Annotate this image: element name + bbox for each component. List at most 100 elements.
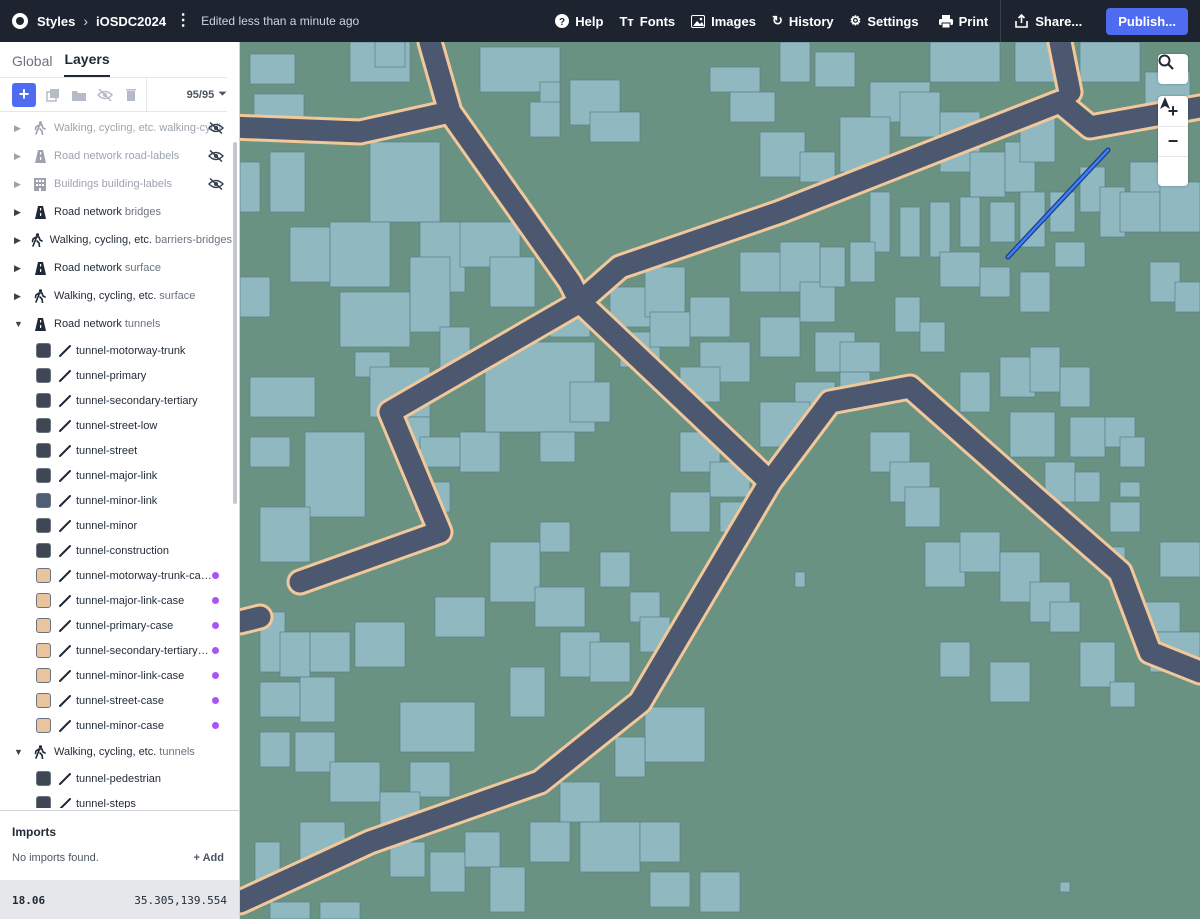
layer-item[interactable]: tunnel-street-low bbox=[0, 413, 232, 438]
paint-brush-icon bbox=[59, 569, 71, 582]
sidebar-tabs: Global Layers bbox=[0, 42, 227, 78]
map-search-button[interactable] bbox=[1158, 54, 1188, 84]
layer-list: ▶ Walking, cycling, etc. walking-cycli ▶… bbox=[0, 114, 232, 808]
styles-link[interactable]: Styles bbox=[37, 14, 75, 29]
map-canvas[interactable]: + − bbox=[240, 42, 1200, 919]
topbar-divider bbox=[1000, 0, 1002, 42]
layer-item[interactable]: tunnel-primary-case bbox=[0, 613, 232, 638]
expand-right-icon[interactable]: ▶ bbox=[14, 263, 24, 274]
layer-name: tunnel-street bbox=[76, 444, 138, 457]
layer-group[interactable]: ▼ Road network tunnels bbox=[0, 310, 232, 338]
layer-count: 95/95 bbox=[186, 88, 215, 101]
group-name: Buildings bbox=[54, 178, 99, 190]
top-bar: Styles › iOSDC2024 ⋮ Edited less than a … bbox=[0, 0, 1200, 42]
layer-group[interactable]: ▶ Walking, cycling, etc. barriers-bridge… bbox=[0, 226, 232, 254]
paint-brush-icon bbox=[59, 669, 71, 682]
layer-item[interactable]: tunnel-street-case bbox=[0, 688, 232, 713]
settings-icon: ⚙ bbox=[849, 13, 862, 28]
expand-down-icon[interactable]: ▼ bbox=[14, 319, 24, 329]
print-button[interactable]: Print bbox=[938, 13, 989, 29]
studio-logo-icon[interactable] bbox=[12, 13, 28, 29]
publish-button[interactable]: Publish... bbox=[1106, 7, 1188, 35]
history-button[interactable]: ↻ History bbox=[772, 13, 834, 29]
expand-right-icon[interactable]: ▶ bbox=[14, 235, 22, 246]
more-options-icon[interactable]: ⋮ bbox=[175, 13, 191, 29]
duplicate-icon[interactable] bbox=[44, 86, 62, 104]
expand-right-icon[interactable]: ▶ bbox=[14, 291, 24, 302]
layer-item[interactable]: tunnel-major-link bbox=[0, 463, 232, 488]
filter-icon[interactable]: ⏷ bbox=[218, 88, 227, 101]
road-icon bbox=[34, 261, 46, 275]
group-icon-wrap bbox=[33, 149, 47, 163]
layer-group[interactable]: ▶ Buildings building-labels bbox=[0, 170, 232, 198]
paint-brush-icon bbox=[59, 369, 71, 382]
fonts-icon: Tт bbox=[619, 13, 634, 29]
help-button[interactable]: ? Help bbox=[555, 14, 603, 29]
group-source: building-labels bbox=[101, 178, 172, 190]
settings-button[interactable]: ⚙ Settings bbox=[850, 13, 919, 29]
tab-layers[interactable]: Layers bbox=[64, 51, 110, 77]
layer-item[interactable]: tunnel-motorway-trunk-case bbox=[0, 563, 232, 588]
paint-brush-icon bbox=[59, 544, 71, 557]
hidden-eye-icon[interactable] bbox=[208, 150, 224, 162]
paint-brush-icon bbox=[59, 519, 71, 532]
layer-item[interactable]: tunnel-motorway-trunk bbox=[0, 338, 232, 363]
layer-group[interactable]: ▼ Walking, cycling, etc. tunnels bbox=[0, 738, 232, 766]
layer-group[interactable]: ▶ Walking, cycling, etc. surface bbox=[0, 282, 232, 310]
group-icon-wrap bbox=[33, 745, 47, 759]
share-label: Share... bbox=[1035, 13, 1083, 29]
layer-group[interactable]: ▶ Road network surface bbox=[0, 254, 232, 282]
modified-dot-icon bbox=[212, 672, 219, 679]
layer-group[interactable]: ▶ Road network road-labels bbox=[0, 142, 232, 170]
hidden-eye-icon[interactable] bbox=[208, 122, 224, 134]
modified-dot-icon bbox=[212, 622, 219, 629]
style-name[interactable]: iOSDC2024 bbox=[96, 14, 166, 29]
layer-item[interactable]: tunnel-steps bbox=[0, 791, 232, 808]
hide-icon[interactable] bbox=[96, 86, 114, 104]
layer-item[interactable]: tunnel-street bbox=[0, 438, 232, 463]
layer-count-filter[interactable]: 95/95 ⏷ bbox=[145, 78, 227, 111]
expand-down-icon[interactable]: ▼ bbox=[14, 747, 24, 757]
paint-brush-icon bbox=[59, 344, 71, 357]
tab-global[interactable]: Global bbox=[12, 53, 52, 77]
add-import-button[interactable]: + Add bbox=[194, 852, 224, 864]
layer-name: tunnel-secondary-tertiary bbox=[76, 394, 198, 407]
layer-group[interactable]: ▶ Walking, cycling, etc. walking-cycli bbox=[0, 114, 232, 142]
paint-brush-icon bbox=[59, 594, 71, 607]
zoom-out-button[interactable]: − bbox=[1158, 126, 1188, 156]
expand-right-icon[interactable]: ▶ bbox=[14, 179, 24, 190]
layer-item[interactable]: tunnel-minor bbox=[0, 513, 232, 538]
map-zoom-controls: + − bbox=[1158, 96, 1188, 186]
layer-item[interactable]: tunnel-minor-case bbox=[0, 713, 232, 738]
images-button[interactable]: Images bbox=[691, 14, 756, 29]
group-source: tunnels bbox=[124, 318, 161, 330]
expand-right-icon[interactable]: ▶ bbox=[14, 207, 24, 218]
layer-item[interactable]: tunnel-minor-link bbox=[0, 488, 232, 513]
layer-item[interactable]: tunnel-secondary-tertiary-c... bbox=[0, 638, 232, 663]
layer-list-scrollbar[interactable] bbox=[233, 142, 237, 504]
print-label: Print bbox=[958, 13, 989, 29]
layer-item[interactable]: tunnel-construction bbox=[0, 538, 232, 563]
expand-right-icon[interactable]: ▶ bbox=[14, 123, 24, 134]
layer-group[interactable]: ▶ Road network bridges bbox=[0, 198, 232, 226]
help-icon: ? bbox=[555, 14, 570, 28]
compass-button[interactable] bbox=[1158, 97, 1188, 186]
group-source: bridges bbox=[124, 206, 161, 218]
layer-item[interactable]: tunnel-minor-link-case bbox=[0, 663, 232, 688]
layer-item[interactable]: tunnel-secondary-tertiary bbox=[0, 388, 232, 413]
images-label: Images bbox=[711, 13, 756, 29]
fonts-button[interactable]: Tт Fonts bbox=[619, 14, 675, 29]
share-button[interactable]: Share... bbox=[1015, 14, 1082, 29]
layer-item[interactable]: tunnel-pedestrian bbox=[0, 766, 232, 791]
trash-icon[interactable] bbox=[122, 86, 140, 104]
group-name: Road network bbox=[54, 150, 122, 162]
folder-icon[interactable] bbox=[70, 86, 88, 104]
share-icon bbox=[1015, 14, 1029, 28]
map-coordinates: 35.305,139.554 bbox=[134, 894, 227, 907]
expand-right-icon[interactable]: ▶ bbox=[14, 151, 24, 162]
hidden-eye-icon[interactable] bbox=[208, 178, 224, 190]
layer-item[interactable]: tunnel-primary bbox=[0, 363, 232, 388]
history-icon: ↻ bbox=[771, 13, 783, 28]
add-layer-button[interactable]: + bbox=[12, 82, 36, 107]
layer-item[interactable]: tunnel-major-link-case bbox=[0, 588, 232, 613]
